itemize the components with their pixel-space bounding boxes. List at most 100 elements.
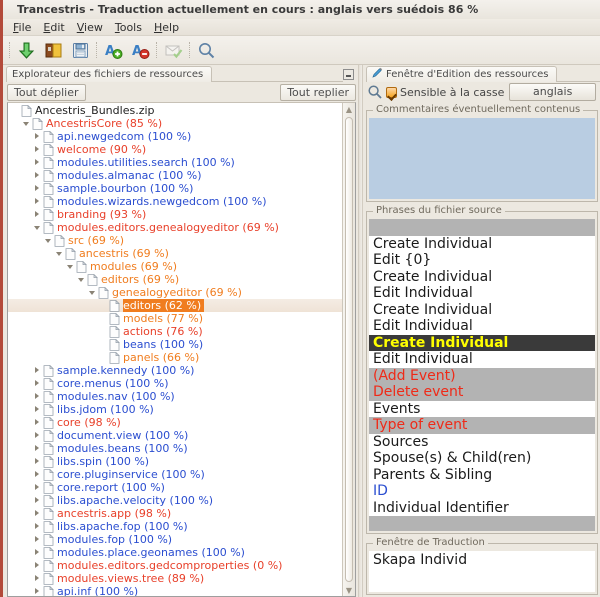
expand-arrow-icon[interactable]: [32, 573, 43, 584]
scroll-up-icon[interactable]: ▲: [343, 103, 355, 115]
phrases-list[interactable]: Create Individual Edit {0} Create Individu…: [369, 219, 595, 531]
phrase-row[interactable]: [369, 219, 595, 236]
expand-arrow-icon[interactable]: [32, 391, 43, 402]
translation-textarea[interactable]: Skapa Individ: [369, 551, 595, 592]
tree-row[interactable]: modules.utilities.search (100 %): [8, 156, 342, 169]
tree-row[interactable]: ancestris (69 %): [8, 247, 342, 260]
expand-arrow-icon[interactable]: [32, 586, 43, 596]
tree-row[interactable]: editors (69 %): [8, 273, 342, 286]
save-icon[interactable]: [67, 38, 93, 63]
scroll-down-icon[interactable]: ▼: [343, 584, 355, 596]
phrase-row[interactable]: Edit Individual: [369, 285, 595, 302]
tab-resource-explorer[interactable]: Explorateur des fichiers de ressources: [6, 66, 213, 82]
phrase-row[interactable]: Create Individual: [369, 236, 595, 253]
comments-textarea[interactable]: [369, 118, 595, 199]
tree-row[interactable]: branding (93 %): [8, 208, 342, 221]
menu-item-help[interactable]: Help: [148, 20, 185, 35]
menu-item-edit[interactable]: Edit: [37, 20, 70, 35]
phrase-row[interactable]: Sources: [369, 434, 595, 451]
expand-arrow-icon[interactable]: [32, 469, 43, 480]
expand-arrow-icon[interactable]: [32, 508, 43, 519]
tree-row[interactable]: panels (66 %): [8, 351, 342, 364]
expand-arrow-icon[interactable]: [32, 417, 43, 428]
expand-arrow-icon[interactable]: [32, 495, 43, 506]
tree-row[interactable]: libs.jdom (100 %): [8, 403, 342, 416]
phrase-row[interactable]: Create Individual: [369, 269, 595, 286]
tree-row[interactable]: api.newgedcom (100 %): [8, 130, 342, 143]
tree-row[interactable]: modules.wizards.newgedcom (100 %): [8, 195, 342, 208]
tree-row[interactable]: modules.editors.gedcomproperties (0 %): [8, 559, 342, 572]
tree-row[interactable]: editors (62 %): [8, 299, 342, 312]
tree-row[interactable]: core (98 %): [8, 416, 342, 429]
expand-arrow-icon[interactable]: [32, 560, 43, 571]
collapse-all-button[interactable]: Tout replier: [280, 83, 356, 101]
phrase-row[interactable]: Create Individual: [369, 334, 595, 351]
phrase-row[interactable]: Type of event: [369, 417, 595, 434]
search-icon[interactable]: [367, 84, 383, 100]
minimize-window-icon[interactable]: [343, 69, 354, 80]
phrase-row[interactable]: Spouse(s) & Child(ren): [369, 450, 595, 467]
collapse-arrow-icon[interactable]: [87, 287, 98, 298]
menu-item-tools[interactable]: Tools: [109, 20, 148, 35]
phrase-row[interactable]: ID: [369, 483, 595, 500]
tree-row[interactable]: modules (69 %): [8, 260, 342, 273]
language-button[interactable]: anglais: [509, 83, 596, 101]
tree-row[interactable]: modules.almanac (100 %): [8, 169, 342, 182]
tree-row[interactable]: Ancestris_Bundles.zip: [8, 104, 342, 117]
tree-row[interactable]: libs.apache.fop (100 %): [8, 520, 342, 533]
expand-arrow-icon[interactable]: [32, 209, 43, 220]
tree-row[interactable]: modules.fop (100 %): [8, 533, 342, 546]
menu-item-view[interactable]: View: [71, 20, 109, 35]
tree-row[interactable]: src (69 %): [8, 234, 342, 247]
tree-row[interactable]: libs.spin (100 %): [8, 455, 342, 468]
scroll-thumb[interactable]: [345, 117, 353, 582]
download-icon[interactable]: [13, 38, 39, 63]
tree-row[interactable]: modules.place.geonames (100 %): [8, 546, 342, 559]
tab-resource-editor[interactable]: Fenêtre d'Edition des ressources: [366, 66, 558, 82]
phrase-row[interactable]: (Add Event): [369, 367, 595, 384]
tree-row[interactable]: modules.nav (100 %): [8, 390, 342, 403]
add-language-icon[interactable]: A: [100, 38, 126, 63]
expand-arrow-icon[interactable]: [32, 365, 43, 376]
tree-row[interactable]: AncestrisCore (85 %): [8, 117, 342, 130]
open-bundle-icon[interactable]: [40, 38, 66, 63]
tree-row[interactable]: sample.bourbon (100 %): [8, 182, 342, 195]
case-sensitive-checkbox[interactable]: [386, 86, 397, 98]
tree-row[interactable]: genealogyeditor (69 %): [8, 286, 342, 299]
tree-row[interactable]: models (77 %): [8, 312, 342, 325]
expand-arrow-icon[interactable]: [32, 378, 43, 389]
tree-vertical-scrollbar[interactable]: ▲ ▼: [342, 103, 355, 596]
phrase-row[interactable]: Create Individual: [369, 302, 595, 319]
tree-row[interactable]: sample.kennedy (100 %): [8, 364, 342, 377]
expand-arrow-icon[interactable]: [32, 482, 43, 493]
phrase-row[interactable]: Edit Individual: [369, 318, 595, 335]
phrase-row[interactable]: [369, 516, 595, 531]
tree-row[interactable]: core.pluginservice (100 %): [8, 468, 342, 481]
tree-row[interactable]: api.inf (100 %): [8, 585, 342, 596]
tree-row[interactable]: modules.views.tree (89 %): [8, 572, 342, 585]
tree-row[interactable]: libs.apache.velocity (100 %): [8, 494, 342, 507]
phrase-row[interactable]: Events: [369, 401, 595, 418]
phrase-row[interactable]: Individual Identifier: [369, 500, 595, 517]
tree-row[interactable]: modules.beans (100 %): [8, 442, 342, 455]
expand-arrow-icon[interactable]: [32, 170, 43, 181]
expand-arrow-icon[interactable]: [32, 456, 43, 467]
resource-tree[interactable]: Ancestris_Bundles.zip AncestrisCore (85 %…: [8, 103, 342, 596]
phrase-row[interactable]: Edit {0}: [369, 252, 595, 269]
expand-arrow-icon[interactable]: [32, 196, 43, 207]
remove-language-icon[interactable]: A: [127, 38, 153, 63]
search-icon[interactable]: [193, 38, 219, 63]
expand-arrow-icon[interactable]: [32, 157, 43, 168]
tree-row[interactable]: beans (100 %): [8, 338, 342, 351]
expand-arrow-icon[interactable]: [32, 521, 43, 532]
menu-item-file[interactable]: File: [7, 20, 37, 35]
collapse-arrow-icon[interactable]: [43, 235, 54, 246]
expand-arrow-icon[interactable]: [32, 443, 43, 454]
expand-arrow-icon[interactable]: [32, 430, 43, 441]
collapse-arrow-icon[interactable]: [65, 261, 76, 272]
collapse-arrow-icon[interactable]: [21, 118, 32, 129]
tree-row[interactable]: document.view (100 %): [8, 429, 342, 442]
phrase-row[interactable]: Delete event: [369, 384, 595, 401]
collapse-arrow-icon[interactable]: [76, 274, 87, 285]
tree-row[interactable]: core.menus (100 %): [8, 377, 342, 390]
